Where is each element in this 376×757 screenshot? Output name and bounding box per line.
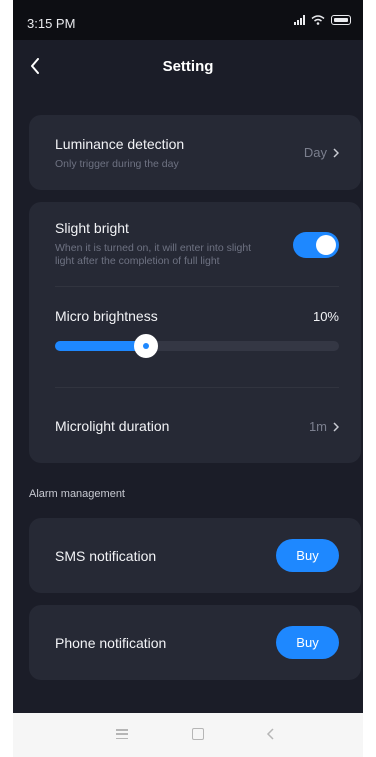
sms-notification-label: SMS notification xyxy=(55,548,157,564)
luminance-value-text: Day xyxy=(303,145,327,160)
sms-buy-button[interactable]: Buy xyxy=(276,539,339,572)
luminance-title: Luminance detection xyxy=(55,136,185,152)
slider-fill xyxy=(55,341,146,351)
status-time: 3:15 PM xyxy=(27,16,76,31)
header: Setting xyxy=(13,46,363,86)
page-title: Setting xyxy=(162,58,214,75)
wifi-icon xyxy=(311,15,325,25)
microlight-duration-row[interactable]: Microlight duration 1m xyxy=(29,392,361,458)
divider xyxy=(55,286,339,287)
app-screen: 3:15 PM Setting Luminance detection Only… xyxy=(13,0,363,757)
microlight-duration-value-text: 1m xyxy=(308,419,327,434)
alarm-management-heading: Alarm management xyxy=(29,488,125,500)
phone-notification-label: Phone notification xyxy=(55,635,167,651)
status-icons xyxy=(294,15,351,25)
toggle-knob xyxy=(316,235,336,255)
microlight-duration-value: 1m xyxy=(309,419,339,434)
sms-notification-card: SMS notification Buy xyxy=(29,518,361,593)
luminance-value: Day xyxy=(304,145,339,160)
micro-brightness-value: 10% xyxy=(312,309,339,324)
back-nav-icon[interactable] xyxy=(263,725,279,743)
slight-bright-card: Slight bright When it is turned on, it w… xyxy=(29,202,361,463)
luminance-subtitle: Only trigger during the day xyxy=(55,158,179,170)
battery-icon xyxy=(331,15,351,25)
micro-brightness-slider[interactable] xyxy=(55,334,339,358)
status-bar: 3:15 PM xyxy=(13,0,363,40)
home-icon[interactable] xyxy=(192,728,204,740)
slight-bright-toggle[interactable] xyxy=(293,232,339,258)
slight-bright-description-line2: light after the completion of full light xyxy=(55,255,220,267)
menu-icon[interactable] xyxy=(116,729,128,739)
slight-bright-description-line1: When it is turned on, it will enter into… xyxy=(55,242,252,254)
phone-buy-button[interactable]: Buy xyxy=(276,626,339,659)
chevron-right-icon xyxy=(333,421,339,432)
microlight-duration-label: Microlight duration xyxy=(55,418,170,434)
system-navigation-bar xyxy=(13,713,363,757)
luminance-detection-row[interactable]: Luminance detection Only trigger during … xyxy=(29,115,361,190)
phone-notification-card: Phone notification Buy xyxy=(29,605,361,680)
signal-icon xyxy=(294,15,305,25)
chevron-right-icon xyxy=(333,147,339,158)
slight-bright-title: Slight bright xyxy=(55,220,129,236)
slider-thumb[interactable] xyxy=(133,334,158,358)
micro-brightness-label: Micro brightness xyxy=(55,308,158,324)
divider xyxy=(55,387,339,388)
